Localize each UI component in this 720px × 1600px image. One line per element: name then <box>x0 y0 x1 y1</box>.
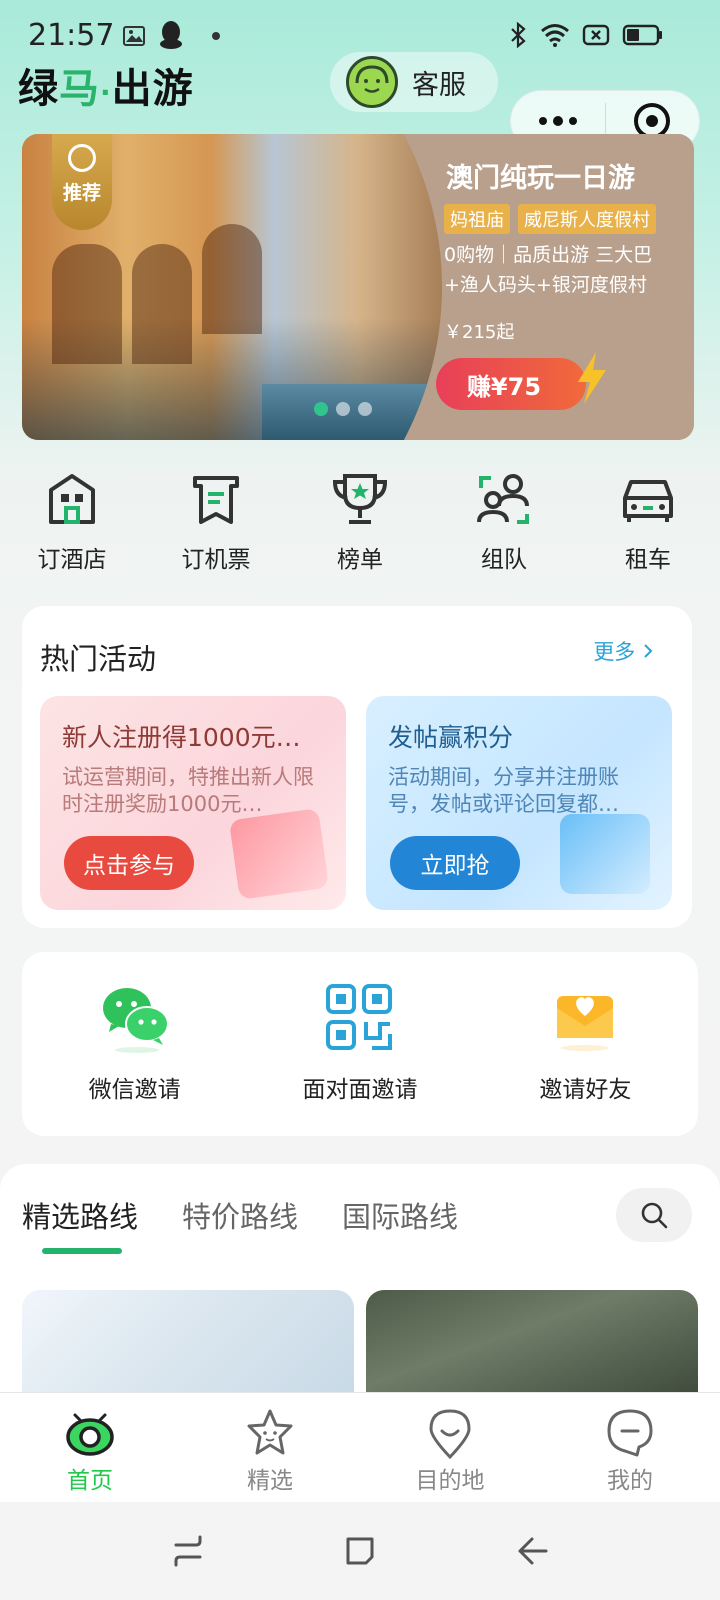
service-label: 客服 <box>412 69 466 101</box>
quick-nav-car-rental[interactable]: 租车 <box>576 468 720 578</box>
banner-description: 0购物｜品质出游 三大巴 +渔人码头+银河度假村 <box>444 240 684 300</box>
quick-nav-ticket[interactable]: 订机票 <box>144 468 288 578</box>
notification-dot <box>212 32 220 40</box>
banner-title: 澳门纯玩一日游 <box>446 163 635 194</box>
tab-destination[interactable]: 目的地 <box>360 1393 540 1502</box>
pagination-dot <box>358 402 372 416</box>
routes-section: 精选路线 特价路线 国际路线 <box>0 1164 720 1410</box>
join-button[interactable]: 点击参与 <box>64 836 194 890</box>
recommend-badge-label: 推荐 <box>62 182 101 204</box>
invite-card: 微信邀请 面对面邀请 邀请好友 <box>22 952 698 1136</box>
brand-text-1: 绿 <box>18 66 59 112</box>
tab-home[interactable]: 首页 <box>0 1393 180 1502</box>
trophy-icon <box>332 474 388 524</box>
tab-international-routes[interactable]: 国际路线 <box>342 1194 458 1236</box>
recent-apps-icon[interactable] <box>168 1531 208 1571</box>
pagination-dot <box>314 402 328 416</box>
promo-description: 活动期间，分享并注册账号，发帖或评论回复都… <box>388 765 619 816</box>
customer-service-button[interactable]: 客服 <box>330 52 498 112</box>
earn-button[interactable]: 赚¥75 <box>436 358 586 410</box>
invite-label: 面对面邀请 <box>302 1077 418 1103</box>
quick-nav-hotel[interactable]: 订酒店 <box>0 468 144 578</box>
quick-nav-label: 租车 <box>625 547 671 573</box>
brand-text-3: 出游 <box>111 66 194 112</box>
sim-icon <box>582 24 610 46</box>
qq-icon <box>160 21 182 49</box>
destination-icon <box>429 1409 471 1459</box>
tab-label: 精选 <box>247 1468 293 1494</box>
hot-activities-card: 热门活动 更多 新人注册得1000元… 试运营期间，特推出新人限时注册奖励100… <box>22 606 692 928</box>
tab-label: 首页 <box>67 1468 113 1494</box>
battery-icon <box>622 24 662 46</box>
route-tabs: 精选路线 特价路线 国际路线 <box>22 1194 458 1254</box>
home-eye-icon <box>66 1413 114 1456</box>
quick-nav-team[interactable]: 组队 <box>432 468 576 578</box>
grab-button[interactable]: 立即抢 <box>390 836 520 890</box>
quick-nav-ranking[interactable]: 榜单 <box>288 468 432 578</box>
chevron-right-icon <box>644 644 653 658</box>
search-button[interactable] <box>616 1188 692 1242</box>
brand-dot: · <box>100 76 112 109</box>
tab-label: 我的 <box>607 1468 653 1494</box>
invite-label: 邀请好友 <box>539 1077 632 1103</box>
promo-card-register[interactable]: 新人注册得1000元… 试运营期间，特推出新人限时注册奖励1000元… 点击参与 <box>40 696 346 910</box>
ticket-icon <box>193 476 239 524</box>
banner-desc-line: +渔人码头+银河度假村 <box>444 274 647 296</box>
promo-banner[interactable]: 推荐 澳门纯玩一日游 妈祖庙 威尼斯人度假村 0购物｜品质出游 三大巴 +渔人码… <box>22 134 694 440</box>
status-indicators <box>508 22 664 48</box>
banner-price: ￥215起 <box>444 322 515 343</box>
tab-featured[interactable]: 精选 <box>180 1393 360 1502</box>
brand-text-2: 马 <box>59 66 100 112</box>
wifi-icon <box>541 24 569 47</box>
promo-card-post[interactable]: 发帖赢积分 活动期间，分享并注册账号，发帖或评论回复都… 立即抢 <box>366 696 672 910</box>
recommend-badge: 推荐 <box>52 134 112 230</box>
banner-tag: 威尼斯人度假村 <box>518 204 656 234</box>
lightning-icon <box>578 352 606 404</box>
gift-box-icon <box>560 814 650 894</box>
service-avatar-icon <box>346 56 398 108</box>
car-icon <box>623 480 673 522</box>
brand-logo: 绿马·出游 <box>18 56 194 114</box>
system-nav-bar <box>0 1502 720 1600</box>
back-arrow-icon[interactable] <box>512 1531 552 1571</box>
tab-discount-routes[interactable]: 特价路线 <box>182 1194 298 1236</box>
pagination-dot <box>336 402 350 416</box>
image-icon <box>123 26 145 46</box>
hotel-icon <box>49 474 95 524</box>
bottom-tab-bar: 首页 精选 目的地 我的 <box>0 1392 720 1502</box>
banner-pagination <box>314 402 372 416</box>
banner-tag: 妈祖庙 <box>444 204 510 234</box>
status-time: 21:57 <box>28 18 115 53</box>
more-link[interactable]: 更多 <box>593 636 654 666</box>
section-title: 热门活动 <box>40 642 157 676</box>
promo-title: 新人注册得1000元… <box>62 723 301 752</box>
invite-wechat[interactable]: 微信邀请 <box>22 952 247 1136</box>
qrcode-icon <box>325 984 392 1050</box>
quick-nav-label: 订酒店 <box>37 547 107 573</box>
quick-nav: 订酒店 订机票 榜单 组队 租车 <box>0 468 720 578</box>
quick-nav-label: 榜单 <box>337 547 383 573</box>
bluetooth-icon <box>511 22 526 48</box>
quick-nav-label: 组队 <box>481 547 527 573</box>
tab-profile[interactable]: 我的 <box>540 1393 720 1502</box>
more-link-label: 更多 <box>593 640 636 664</box>
home-square-icon[interactable] <box>340 1531 380 1571</box>
team-icon <box>477 474 529 524</box>
promo-title: 发帖赢积分 <box>388 723 514 752</box>
invite-face-to-face[interactable]: 面对面邀请 <box>247 952 472 1136</box>
invite-label: 微信邀请 <box>88 1077 181 1103</box>
tab-featured-routes[interactable]: 精选路线 <box>22 1194 138 1254</box>
tab-label: 目的地 <box>415 1468 485 1494</box>
star-icon <box>247 1409 293 1455</box>
search-icon <box>641 1202 668 1229</box>
invite-friends[interactable]: 邀请好友 <box>473 952 698 1136</box>
medal-icon <box>68 144 96 172</box>
profile-icon <box>607 1409 653 1457</box>
banner-desc-line: 0购物｜品质出游 三大巴 <box>444 244 653 266</box>
quick-nav-label: 订机票 <box>181 547 251 573</box>
banner-tags: 妈祖庙 威尼斯人度假村 <box>444 204 656 234</box>
gift-card-icon <box>228 808 330 900</box>
wechat-icon <box>102 988 169 1053</box>
mail-heart-icon <box>557 996 614 1051</box>
